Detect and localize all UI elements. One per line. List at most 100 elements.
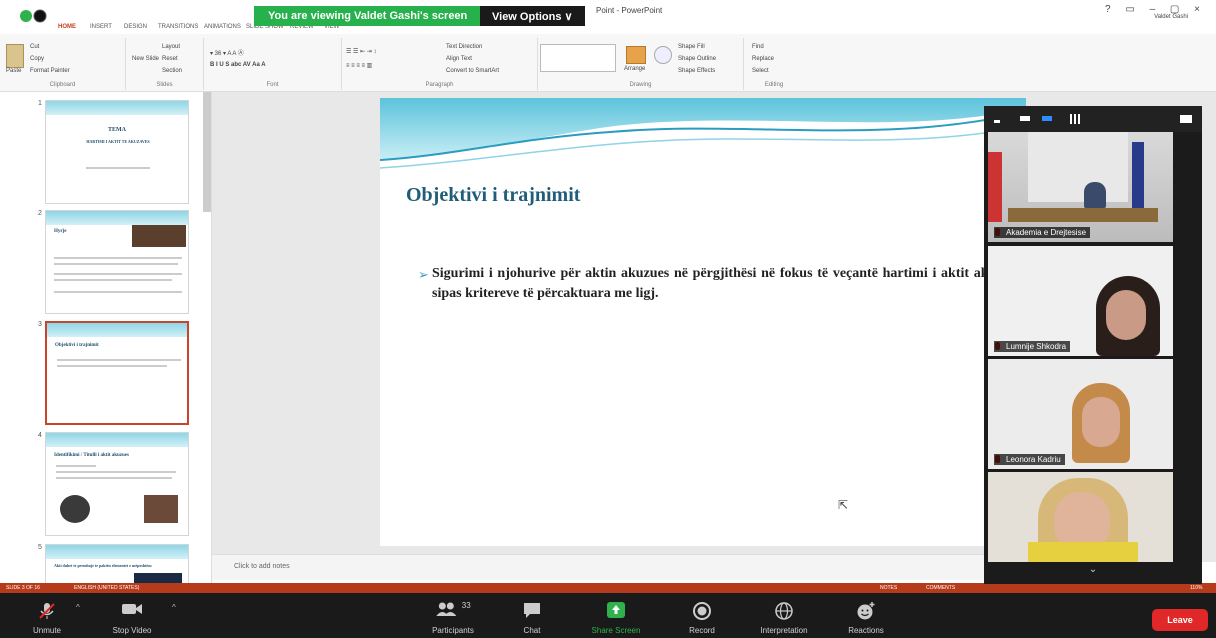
thumb-subtitle: HARTIMI I AKTIT TE AKUZAVES [86,139,150,144]
new-slide-button[interactable]: New Slide [132,56,159,62]
audio-options-caret[interactable]: ^ [76,603,80,612]
grid-view-icon[interactable] [1070,114,1080,124]
quick-styles-icon[interactable] [654,46,672,64]
video-tile[interactable]: Lumnije Shkodra [988,246,1173,356]
thumb-text-line [54,279,172,281]
comments-toggle[interactable]: COMMENTS [926,585,955,591]
tab-home[interactable]: HOME [58,24,76,30]
record-icon [692,601,712,626]
reactions-button[interactable]: Reactions [836,593,896,638]
slide-thumbnail-3[interactable]: Objektivi i trajnimit [45,321,189,425]
find-button[interactable]: Find [752,44,764,50]
tab-insert[interactable]: INSERT [90,24,112,30]
participant-name: Akademia e Drejtesise [994,227,1091,238]
align-text-button[interactable]: Align Text [446,56,472,62]
zoom-toolbar: Unmute ^ Stop Video ^ 33 Participants Ch… [0,593,1216,638]
expand-icon[interactable] [1180,115,1192,123]
shape-outline-button[interactable]: Shape Outline [678,56,716,62]
thumb-number: 4 [38,432,42,439]
participant-name: Leonora Kadriu [994,454,1065,465]
thumbnail-scrollbar[interactable] [203,92,211,212]
reset-button[interactable]: Reset [162,56,178,62]
slide-thumbnail-4[interactable]: Identifikimi / Titulli i aktit akuzues [45,432,189,536]
tab-animations[interactable]: ANIMATIONS [204,24,241,30]
shapes-gallery[interactable] [540,44,616,72]
share-screen-button[interactable]: Share Screen [580,593,652,638]
thumb-text-line [54,291,182,293]
slide-thumbnail-2[interactable]: Hyrje [45,210,189,314]
copy-button[interactable]: Copy [30,56,44,62]
unmute-label: Unmute [32,626,61,635]
thumb-number: 3 [38,321,42,328]
globe-icon [774,601,794,626]
stop-video-label: Stop Video [112,626,152,635]
slide-title[interactable]: Objektivi i trajnimit [406,184,580,207]
flag-icon [988,152,1002,222]
speaker-view-icon[interactable] [1020,116,1030,121]
format-painter-button[interactable]: Format Painter [30,68,70,74]
gallery-scroll-down[interactable]: ⌄ [984,564,1202,584]
video-options-caret[interactable]: ^ [172,603,176,612]
font-label: Font [266,82,279,88]
participants-button[interactable]: 33 Participants [418,593,488,638]
minimize-icon[interactable] [994,120,1000,123]
record-button[interactable]: Record [680,593,724,638]
select-button[interactable]: Select [752,68,769,74]
convert-smartart-button[interactable]: Convert to SmartArt [446,68,499,74]
align-buttons[interactable]: ≡ ≡ ≡ ≡ ▥ [346,62,372,69]
thumb-number: 2 [38,210,42,217]
interpretation-label: Interpretation [760,626,808,635]
stop-video-button[interactable]: Stop Video [102,593,162,638]
slide-bullet-text[interactable]: Sigurimi i njohurive për aktin akuzues n… [432,264,1022,304]
share-screen-icon [606,601,626,624]
slide-thumbnail-5[interactable]: Akti duhet te permbaje te paktën element… [45,544,189,588]
section-button[interactable]: Section [162,68,182,74]
participants-icon: 33 [435,601,471,622]
chat-button[interactable]: Chat [512,593,552,638]
current-slide[interactable]: Objektivi i trajnimit ➢ Sigurimi i njohu… [380,98,1026,546]
list-buttons[interactable]: ☰ ☰ ⇤ ⇥ ↕ [346,48,376,55]
reactions-icon [856,601,876,626]
tile-background [1028,132,1128,202]
leave-button[interactable]: Leave [1152,609,1208,631]
interpretation-button[interactable]: Interpretation [742,593,826,638]
drawing-label: Drawing [629,82,652,88]
slides-group: New Slide Layout Reset Section Slides [126,38,204,90]
unmute-button[interactable]: Unmute [22,593,72,638]
thumb-title: TEMA [108,127,126,133]
thumb-number: 5 [38,544,42,551]
zoom-security-icon[interactable] [20,8,48,24]
slide-counter: SLIDE 3 OF 16 [6,585,40,591]
cut-button[interactable]: Cut [30,44,39,50]
view-options-button[interactable]: View Options ∨ [480,6,585,26]
bullet-arrow-icon: ➢ [418,267,429,282]
text-direction-button[interactable]: Text Direction [446,44,482,50]
paste-button[interactable]: Paste [6,68,21,74]
video-tile[interactable] [988,472,1173,562]
notes-pane[interactable]: Click to add notes [212,554,984,580]
tab-design[interactable]: DESIGN [124,24,147,30]
thumb-text-line [57,365,167,367]
language-status[interactable]: ENGLISH (UNITED STATES) [74,585,139,591]
font-style-buttons[interactable]: B I U S abc AV Aa A [210,62,266,68]
replace-button[interactable]: Replace [752,56,774,62]
shape-effects-button[interactable]: Shape Effects [678,68,715,74]
zoom-level[interactable]: 110% [1190,585,1202,591]
participant-count: 33 [461,601,471,610]
video-tile[interactable]: Akademia e Drejtesise [988,132,1173,242]
arrange-button[interactable]: Arrange [624,66,645,72]
ribbon-tabs: HOME INSERT DESIGN TRANSITIONS ANIMATION… [0,22,1216,34]
slide-thumbnail-1[interactable]: TEMA HARTIMI I AKTIT TE AKUZAVES [45,100,189,204]
layout-button[interactable]: Layout [162,44,180,50]
editing-group: Find Replace Select Editing [744,38,804,90]
paste-icon[interactable] [6,44,24,68]
arrange-icon[interactable] [626,46,646,64]
shape-fill-button[interactable]: Shape Fill [678,44,705,50]
tab-transitions[interactable]: TRANSITIONS [158,24,198,30]
user-account[interactable]: Valdet Gashi [1154,14,1188,20]
font-size-box[interactable]: ▾ 36 ▾ A A Ⓐ [210,48,244,57]
record-label: Record [689,626,715,635]
notes-toggle[interactable]: NOTES [880,585,897,591]
strip-view-icon[interactable] [1042,116,1052,121]
video-tile[interactable]: Leonora Kadriu [988,359,1173,469]
